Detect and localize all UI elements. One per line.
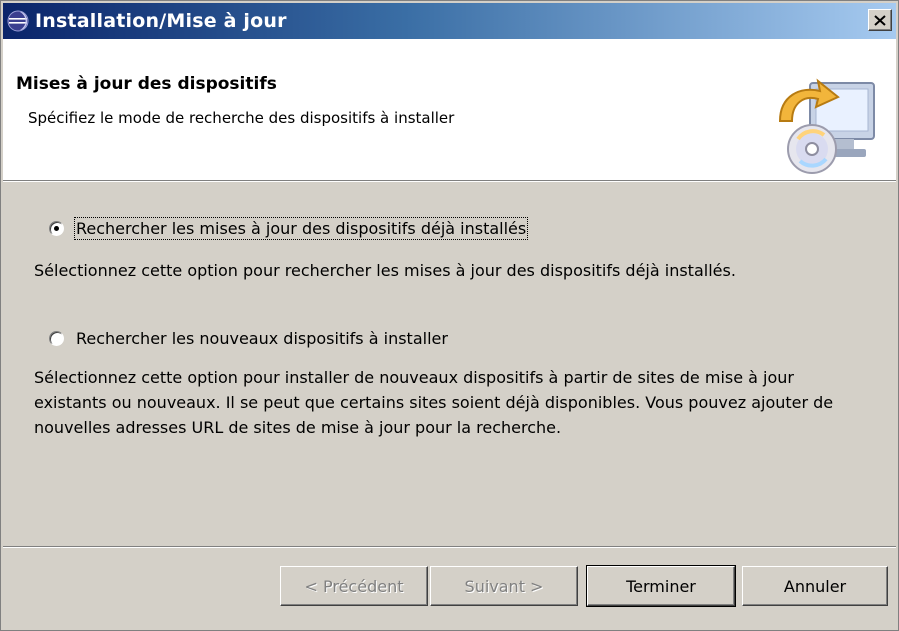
- title-bar[interactable]: Installation/Mise à jour: [3, 3, 896, 39]
- close-icon: [874, 14, 886, 26]
- window-title: Installation/Mise à jour: [35, 10, 287, 32]
- radio-new-features[interactable]: [49, 331, 64, 346]
- option-description-update-installed: Sélectionnez cette option pour recherche…: [34, 261, 736, 280]
- footer-separator: [3, 546, 896, 548]
- finish-button[interactable]: Terminer: [586, 565, 736, 607]
- cancel-button[interactable]: Annuler: [742, 566, 888, 606]
- wizard-header: Mises à jour des dispositifs Spécifiez l…: [3, 39, 896, 180]
- installation-dialog: Installation/Mise à jour Mises à jour de…: [0, 0, 899, 631]
- eclipse-icon: [7, 10, 29, 32]
- page-description: Spécifiez le mode de recherche des dispo…: [28, 109, 455, 127]
- option-label-new-features[interactable]: Rechercher les nouveaux dispositifs à in…: [76, 329, 448, 348]
- next-button[interactable]: Suivant >: [430, 566, 578, 606]
- back-button[interactable]: < Précédent: [280, 566, 428, 606]
- radio-update-installed[interactable]: [49, 221, 64, 236]
- header-separator: [3, 180, 896, 182]
- page-title: Mises à jour des dispositifs: [16, 74, 277, 94]
- option-label-update-installed[interactable]: Rechercher les mises à jour des disposit…: [73, 217, 529, 240]
- close-button[interactable]: [868, 9, 892, 31]
- option-new-features[interactable]: Rechercher les nouveaux dispositifs à in…: [49, 329, 448, 348]
- update-wizard-icon: [778, 78, 875, 174]
- option-description-new-features: Sélectionnez cette option pour installer…: [34, 368, 834, 437]
- option-update-installed[interactable]: Rechercher les mises à jour des disposit…: [49, 217, 529, 240]
